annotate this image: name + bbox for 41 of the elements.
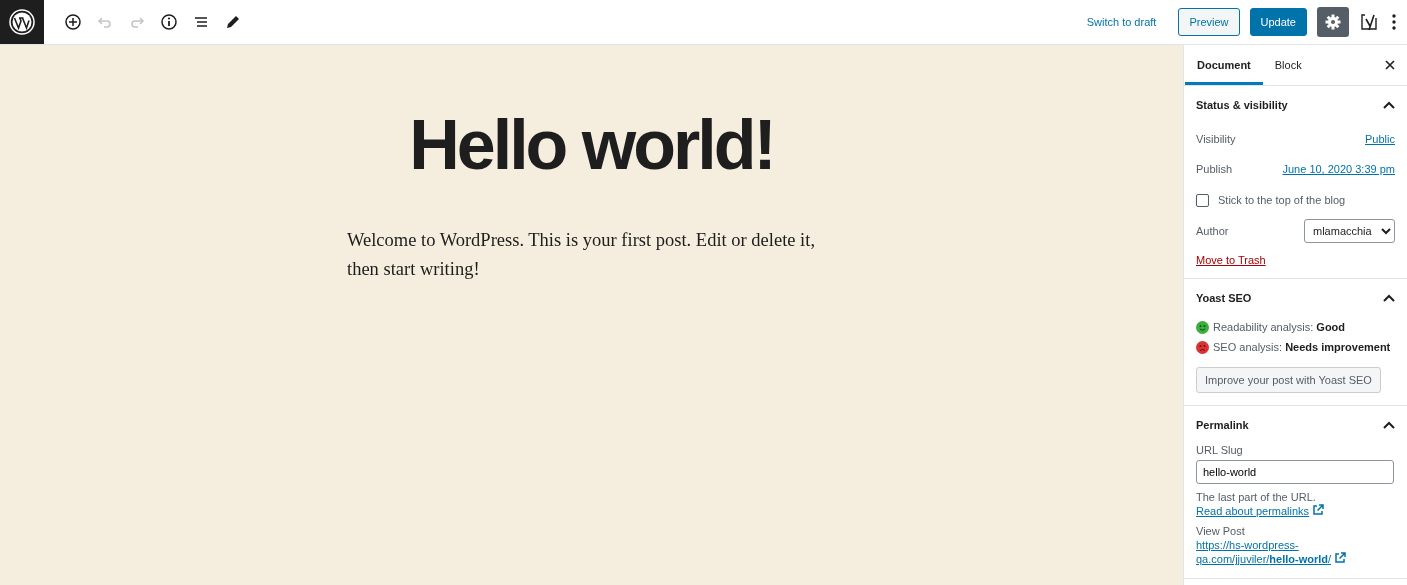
chevron-up-icon[interactable] [1383,294,1395,302]
permalinks-link[interactable]: Read about permalinks [1196,505,1325,517]
gear-icon [1324,13,1342,31]
field-label: View Post [1196,525,1245,537]
analysis-result: Readability analysis: Good [1213,321,1346,333]
move-to-trash-link[interactable]: Move to Trash [1196,254,1266,266]
update-button[interactable]: Update [1249,8,1307,36]
switch-to-draft-link[interactable]: Switch to draft [1086,16,1157,28]
close-icon[interactable] [1385,60,1395,70]
field-label: Publish [1196,163,1233,175]
panel-header[interactable]: Permalink [1196,406,1395,444]
wordpress-logo[interactable] [0,0,44,44]
preview-button[interactable]: Preview [1178,8,1240,36]
field-label: URL Slug [1196,444,1244,456]
checkbox-label: Stick to the top of the blog [1218,194,1346,206]
chevron-up-icon[interactable] [1383,101,1395,109]
field-label: Visibility [1196,133,1236,145]
post-url-link[interactable]: https://hs-wordpress-qa.com/jjuviler/hello-world/ [1196,538,1395,566]
external-link-icon [1334,552,1347,564]
info-icon[interactable] [160,13,178,31]
visibility-link[interactable]: Public [1365,133,1395,145]
improve-post-button[interactable]: Improve your post with Yoast SEO [1196,367,1381,393]
help-text: The last part of the URL. [1196,491,1316,503]
panel-header[interactable]: Yoast SEO [1196,279,1395,317]
more-options-icon[interactable] [1391,13,1397,31]
chevron-up-icon[interactable] [1383,421,1395,429]
sidebar-tab[interactable]: Document [1185,45,1263,85]
add-block-icon[interactable] [64,13,82,31]
checkbox[interactable] [1196,193,1209,207]
post-title[interactable]: Hello world! [0,103,1183,187]
analysis-result: SEO analysis: Needs improvement [1213,341,1391,353]
field-label: Author [1196,225,1229,237]
settings-button[interactable] [1317,7,1349,37]
author-select[interactable]: mlamacchia [1304,219,1395,243]
post-paragraph[interactable]: Welcome to WordPress. This is your first post. Edit or delete it, then start writing! [347,226,847,284]
url-slug-field[interactable]: hello-world [1196,460,1394,484]
pencil-icon[interactable] [224,13,242,31]
external-link-icon [1312,504,1325,516]
publish-date-link[interactable]: June 10, 2020 3:39 pm [1282,163,1395,175]
panel-header[interactable]: Status & visibility [1196,86,1395,124]
sidebar-tab[interactable]: Block [1262,45,1314,85]
